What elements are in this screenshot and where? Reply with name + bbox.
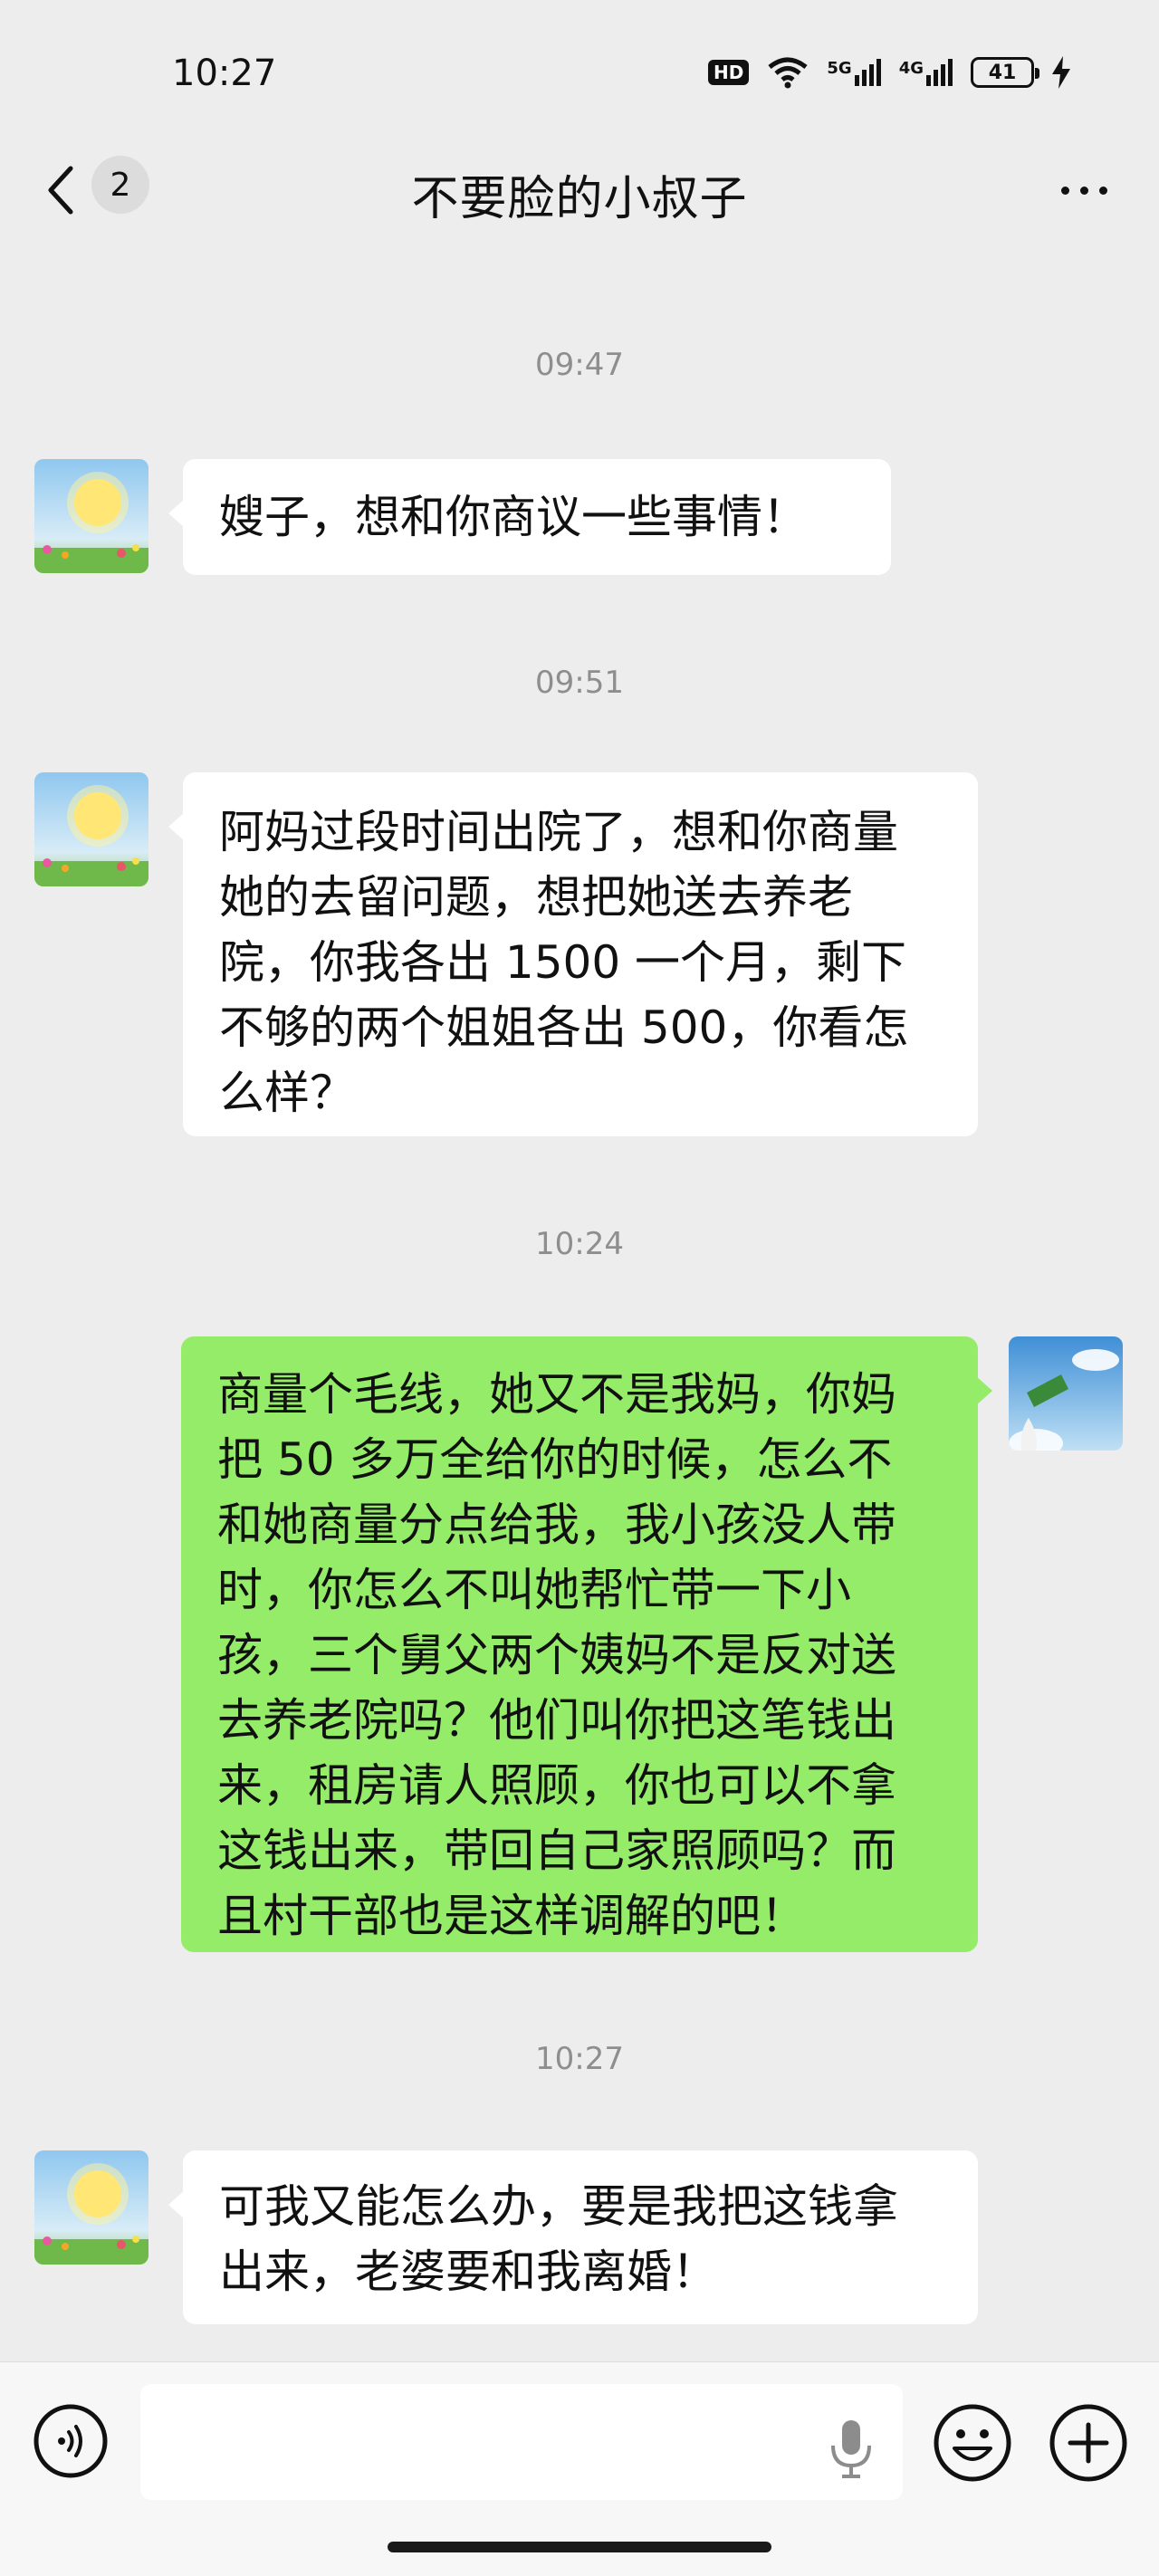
plus-icon[interactable]	[1049, 2403, 1128, 2483]
message-timestamp: 10:27	[535, 2041, 624, 2077]
message-timestamp: 10:24	[535, 1226, 624, 1262]
message-timestamp: 09:47	[535, 347, 624, 383]
more-dots-icon[interactable]	[1052, 177, 1116, 204]
contact-avatar[interactable]	[34, 2150, 148, 2265]
sun-avatar-icon	[34, 772, 148, 886]
network-4g-label: 4G	[898, 59, 924, 78]
message-bubble-received[interactable]: 可我又能怎么办，要是我把这钱拿 出来，老婆要和我离婚！	[168, 2150, 978, 2324]
contact-avatar[interactable]	[34, 459, 148, 573]
wifi-icon	[768, 57, 808, 89]
sun-avatar-icon	[34, 459, 148, 573]
message-bubble-received[interactable]: 嫂子，想和你商议一些事情！	[168, 459, 891, 575]
signal-4g-icon: 4G	[899, 59, 953, 86]
voice-icon[interactable]	[33, 2403, 109, 2479]
battery-level: 41	[988, 61, 1017, 84]
status-bar: 10:27 HD 5G 4G 41	[0, 0, 1159, 145]
message-input[interactable]	[140, 2384, 903, 2500]
chat-title: 不要脸的小叔子	[411, 172, 748, 226]
hd-icon: HD	[708, 60, 750, 85]
user-avatar[interactable]	[1009, 1336, 1123, 1451]
status-time: 10:27	[172, 53, 277, 94]
sun-avatar-icon	[34, 2150, 148, 2265]
chat-header: 2 不要脸的小叔子	[0, 140, 1159, 240]
emoji-icon[interactable]	[933, 2403, 1012, 2483]
home-indicator[interactable]	[388, 2542, 771, 2552]
hd-label: HD	[714, 62, 744, 83]
network-5g-label: 5G	[827, 59, 852, 78]
contact-avatar[interactable]	[34, 772, 148, 886]
message-bubble-sent[interactable]: 商量个毛线，她又不是我妈，你妈 把 50 多万全给你的时候，怎么不 和她商量分点…	[181, 1336, 992, 1952]
charging-icon	[1052, 56, 1070, 89]
message-timestamp: 09:51	[535, 665, 624, 701]
battery-icon: 41	[971, 57, 1039, 88]
message-bubble-received[interactable]: 阿妈过段时间出院了，想和你商量 她的去留问题，想把她送去养老 院，你我各出 15…	[168, 772, 978, 1136]
mic-icon[interactable]	[824, 2417, 878, 2482]
signal-5g-icon: 5G	[827, 59, 881, 86]
status-icons: HD 5G 4G 41	[708, 56, 1070, 89]
sky-avatar-icon	[1009, 1336, 1123, 1451]
